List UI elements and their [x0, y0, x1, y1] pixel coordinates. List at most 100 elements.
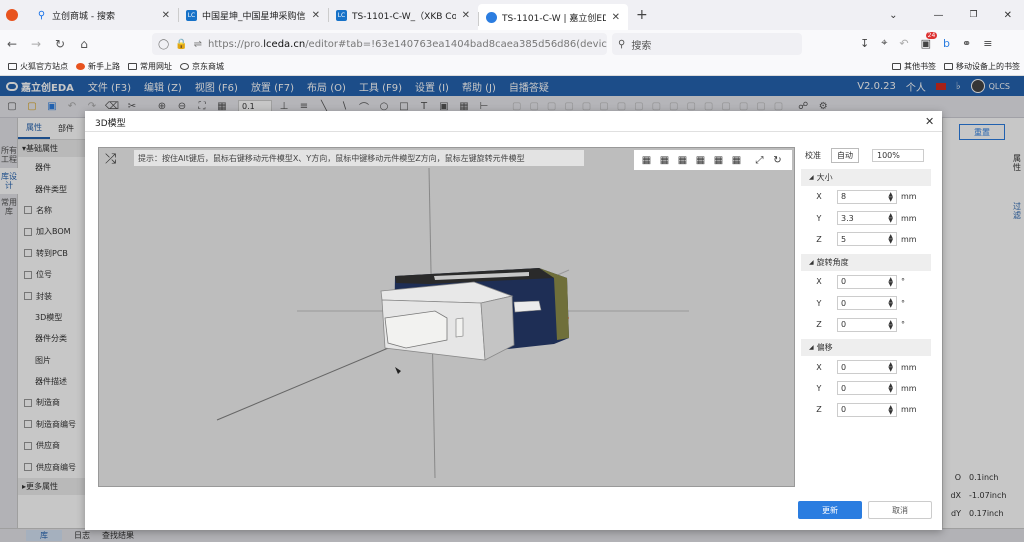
lc-tab-icon: LC — [186, 9, 197, 21]
search-placeholder: 搜索 — [631, 40, 652, 52]
browser-tab-search[interactable]: ⚲ 立创商城 - 搜索 ✕ — [28, 0, 178, 30]
browser-tab-xingkun[interactable]: LC 中国星坤_中国星坤采购信息-立 ✕ — [178, 0, 328, 30]
shell-side — [480, 295, 515, 361]
view-front-icon[interactable]: ▦ — [677, 155, 688, 166]
unit-label: mm — [901, 383, 917, 393]
calibrate-label: 校准 — [805, 150, 821, 160]
reload-icon[interactable]: ↻ — [48, 37, 72, 51]
home-icon[interactable]: ⌂ — [72, 37, 96, 51]
dialog-close-icon[interactable]: ✕ — [925, 115, 934, 128]
view-back-icon[interactable]: ▦ — [695, 155, 706, 166]
input-value: 0 — [841, 320, 847, 330]
new-tab-button[interactable]: + — [636, 7, 648, 23]
auto-button[interactable]: 自动 — [831, 147, 859, 163]
section-title: 大小 — [816, 173, 833, 182]
spinner-icon[interactable]: ▲ ▼ — [888, 362, 893, 373]
number-input[interactable]: 3.3 ▲ ▼ — [837, 211, 897, 226]
number-input[interactable]: 0 ▲ ▼ — [837, 274, 897, 289]
number-input[interactable]: 0 ▲ ▼ — [837, 317, 897, 332]
tab-label: 中国星坤_中国星坤采购信息-立 — [202, 11, 306, 22]
folder-icon — [944, 63, 953, 70]
restore-icon[interactable]: ❐ — [970, 10, 978, 20]
3d-viewport[interactable] — [98, 147, 795, 487]
field-row: Y 0 ▲ ▼ mm — [801, 378, 931, 399]
view-top-icon[interactable]: ▦ — [641, 155, 652, 166]
search-tab-icon: ⚲ — [37, 9, 46, 21]
section-header[interactable]: ◢ 旋转角度 — [801, 254, 931, 272]
number-input[interactable]: 0 ▲ ▼ — [837, 381, 897, 396]
percent-input[interactable]: 100% — [872, 148, 924, 162]
minimize-icon[interactable]: — — [934, 10, 944, 21]
tab-close-icon[interactable]: ✕ — [312, 10, 320, 21]
number-input[interactable]: 0 ▲ ▼ — [837, 296, 897, 311]
spinner-icon[interactable]: ▲ ▼ — [888, 213, 893, 224]
cancel-button[interactable]: 取消 — [868, 501, 932, 519]
permissions-icon[interactable]: ⇌ — [194, 39, 202, 50]
dialog-title: 3D模型 — [95, 119, 126, 129]
bookmark-item[interactable]: 移动设备上的书签 — [944, 61, 1020, 72]
dialog-divider — [85, 131, 942, 132]
calibrate-row: 校准 自动 100% — [801, 145, 931, 165]
unit-label: mm — [901, 213, 917, 223]
rotate-icon[interactable]: ↻ — [772, 155, 783, 166]
browser-tab-eda[interactable]: TS-1101-C-W | 嘉立创EDA(专 ✕ — [478, 4, 628, 30]
spinner-icon[interactable]: ▲ ▼ — [888, 404, 893, 415]
bookmark-item[interactable]: 火狐官方站点 — [8, 61, 68, 72]
bookmark-item[interactable]: 京东商城 — [180, 61, 224, 72]
collapse-view-icon[interactable]: ⤮ — [105, 151, 116, 167]
back-icon[interactable]: ← — [0, 37, 24, 51]
spinner-icon[interactable]: ▲ ▼ — [888, 276, 893, 287]
section-header[interactable]: ◢ 大小 — [801, 169, 931, 186]
axis-label: Y — [816, 298, 822, 308]
spinner-icon[interactable]: ▲ ▼ — [888, 191, 893, 202]
unit-label: mm — [901, 192, 917, 202]
field-row: X 8 ▲ ▼ mm — [801, 186, 931, 207]
input-value: 5 — [841, 234, 847, 244]
input-value: 0 — [841, 298, 847, 308]
view-right-icon[interactable]: ▦ — [731, 155, 742, 166]
screenshot-icon[interactable]: ⌖ — [881, 36, 887, 50]
download-icon[interactable]: ↧ — [860, 37, 869, 50]
close-window-icon[interactable]: ✕ — [1004, 10, 1012, 21]
spinner-icon[interactable]: ▲ ▼ — [888, 234, 893, 245]
search-field[interactable]: ⚲ 搜索 — [612, 33, 802, 55]
fullscreen-icon[interactable]: ⤢ — [754, 155, 765, 166]
spinner-icon[interactable]: ▲ ▼ — [888, 383, 893, 394]
browser-tab-part[interactable]: LC TS-1101-C-W_（XKB Connec ✕ — [328, 0, 478, 30]
firefox-menu-icon[interactable] — [6, 9, 18, 21]
tab-close-icon[interactable]: ✕ — [612, 12, 620, 23]
property-sections: ◢ 大小 X 8 ▲ ▼ mm Y 3.3 ▲ ▼ mm Z 5 ▲ ▼ mm ◢ 旋转角度 X 0 ▲ ▼ ° Y 0 ▲ ▼ °… — [801, 169, 931, 421]
number-input[interactable]: 0 ▲ ▼ — [837, 402, 897, 417]
bookmarks-bar: 火狐官方站点 新手上路 常用网址 京东商城 其他书签 移动设备上的书签 — [0, 58, 1024, 76]
number-input[interactable]: 0 ▲ ▼ — [837, 360, 897, 375]
tab-list-icon[interactable]: ⌄ — [889, 10, 897, 21]
3d-model-dialog: 3D模型 ✕ ⤮ 校准 自动 100% ◢ 大小 X 8 ▲ ▼ mm Y 3.… — [85, 111, 942, 530]
view-left-icon[interactable]: ▦ — [713, 155, 724, 166]
bookmark-item[interactable]: 常用网址 — [128, 61, 172, 72]
section-header[interactable]: ◢ 偏移 — [801, 339, 931, 357]
number-input[interactable]: 8 ▲ ▼ — [837, 189, 897, 204]
input-value: 0 — [841, 383, 847, 393]
menu-icon[interactable]: ≡ — [983, 37, 992, 50]
tab-close-icon[interactable]: ✕ — [162, 10, 170, 21]
address-bar[interactable]: ◯ 🔒 ⇌ https://pro. lceda.cn/editor#tab=!6… — [152, 33, 607, 55]
bookmark-item[interactable]: 其他书签 — [892, 61, 936, 72]
input-value: 3.3 — [841, 213, 854, 223]
bing-icon[interactable]: b — [943, 37, 950, 50]
unit-label: mm — [901, 405, 917, 415]
field-row: Z 5 ▲ ▼ mm — [801, 229, 931, 250]
spinner-icon[interactable]: ▲ ▼ — [888, 298, 893, 309]
bookmark-item[interactable]: 新手上路 — [76, 61, 120, 72]
extensions-icon[interactable]: ⚭ — [962, 37, 971, 50]
forward-icon[interactable]: → — [24, 37, 48, 51]
unit-label: ° — [901, 320, 905, 330]
number-input[interactable]: 5 ▲ ▼ — [837, 232, 897, 247]
spinner-icon[interactable]: ▲ ▼ — [888, 319, 893, 330]
model-properties: 校准 自动 100% ◢ 大小 X 8 ▲ ▼ mm Y 3.3 ▲ ▼ mm Z 5 ▲ ▼ mm ◢ 旋转角… — [801, 145, 931, 490]
update-button[interactable]: 更新 — [798, 501, 862, 519]
axis-label: X — [816, 192, 822, 202]
tab-close-icon[interactable]: ✕ — [462, 10, 470, 21]
undo-extension-icon[interactable]: ↶ — [899, 37, 908, 50]
extension-badge-icon[interactable]: ▣ 24 — [921, 31, 938, 50]
view-bottom-icon[interactable]: ▦ — [659, 155, 670, 166]
